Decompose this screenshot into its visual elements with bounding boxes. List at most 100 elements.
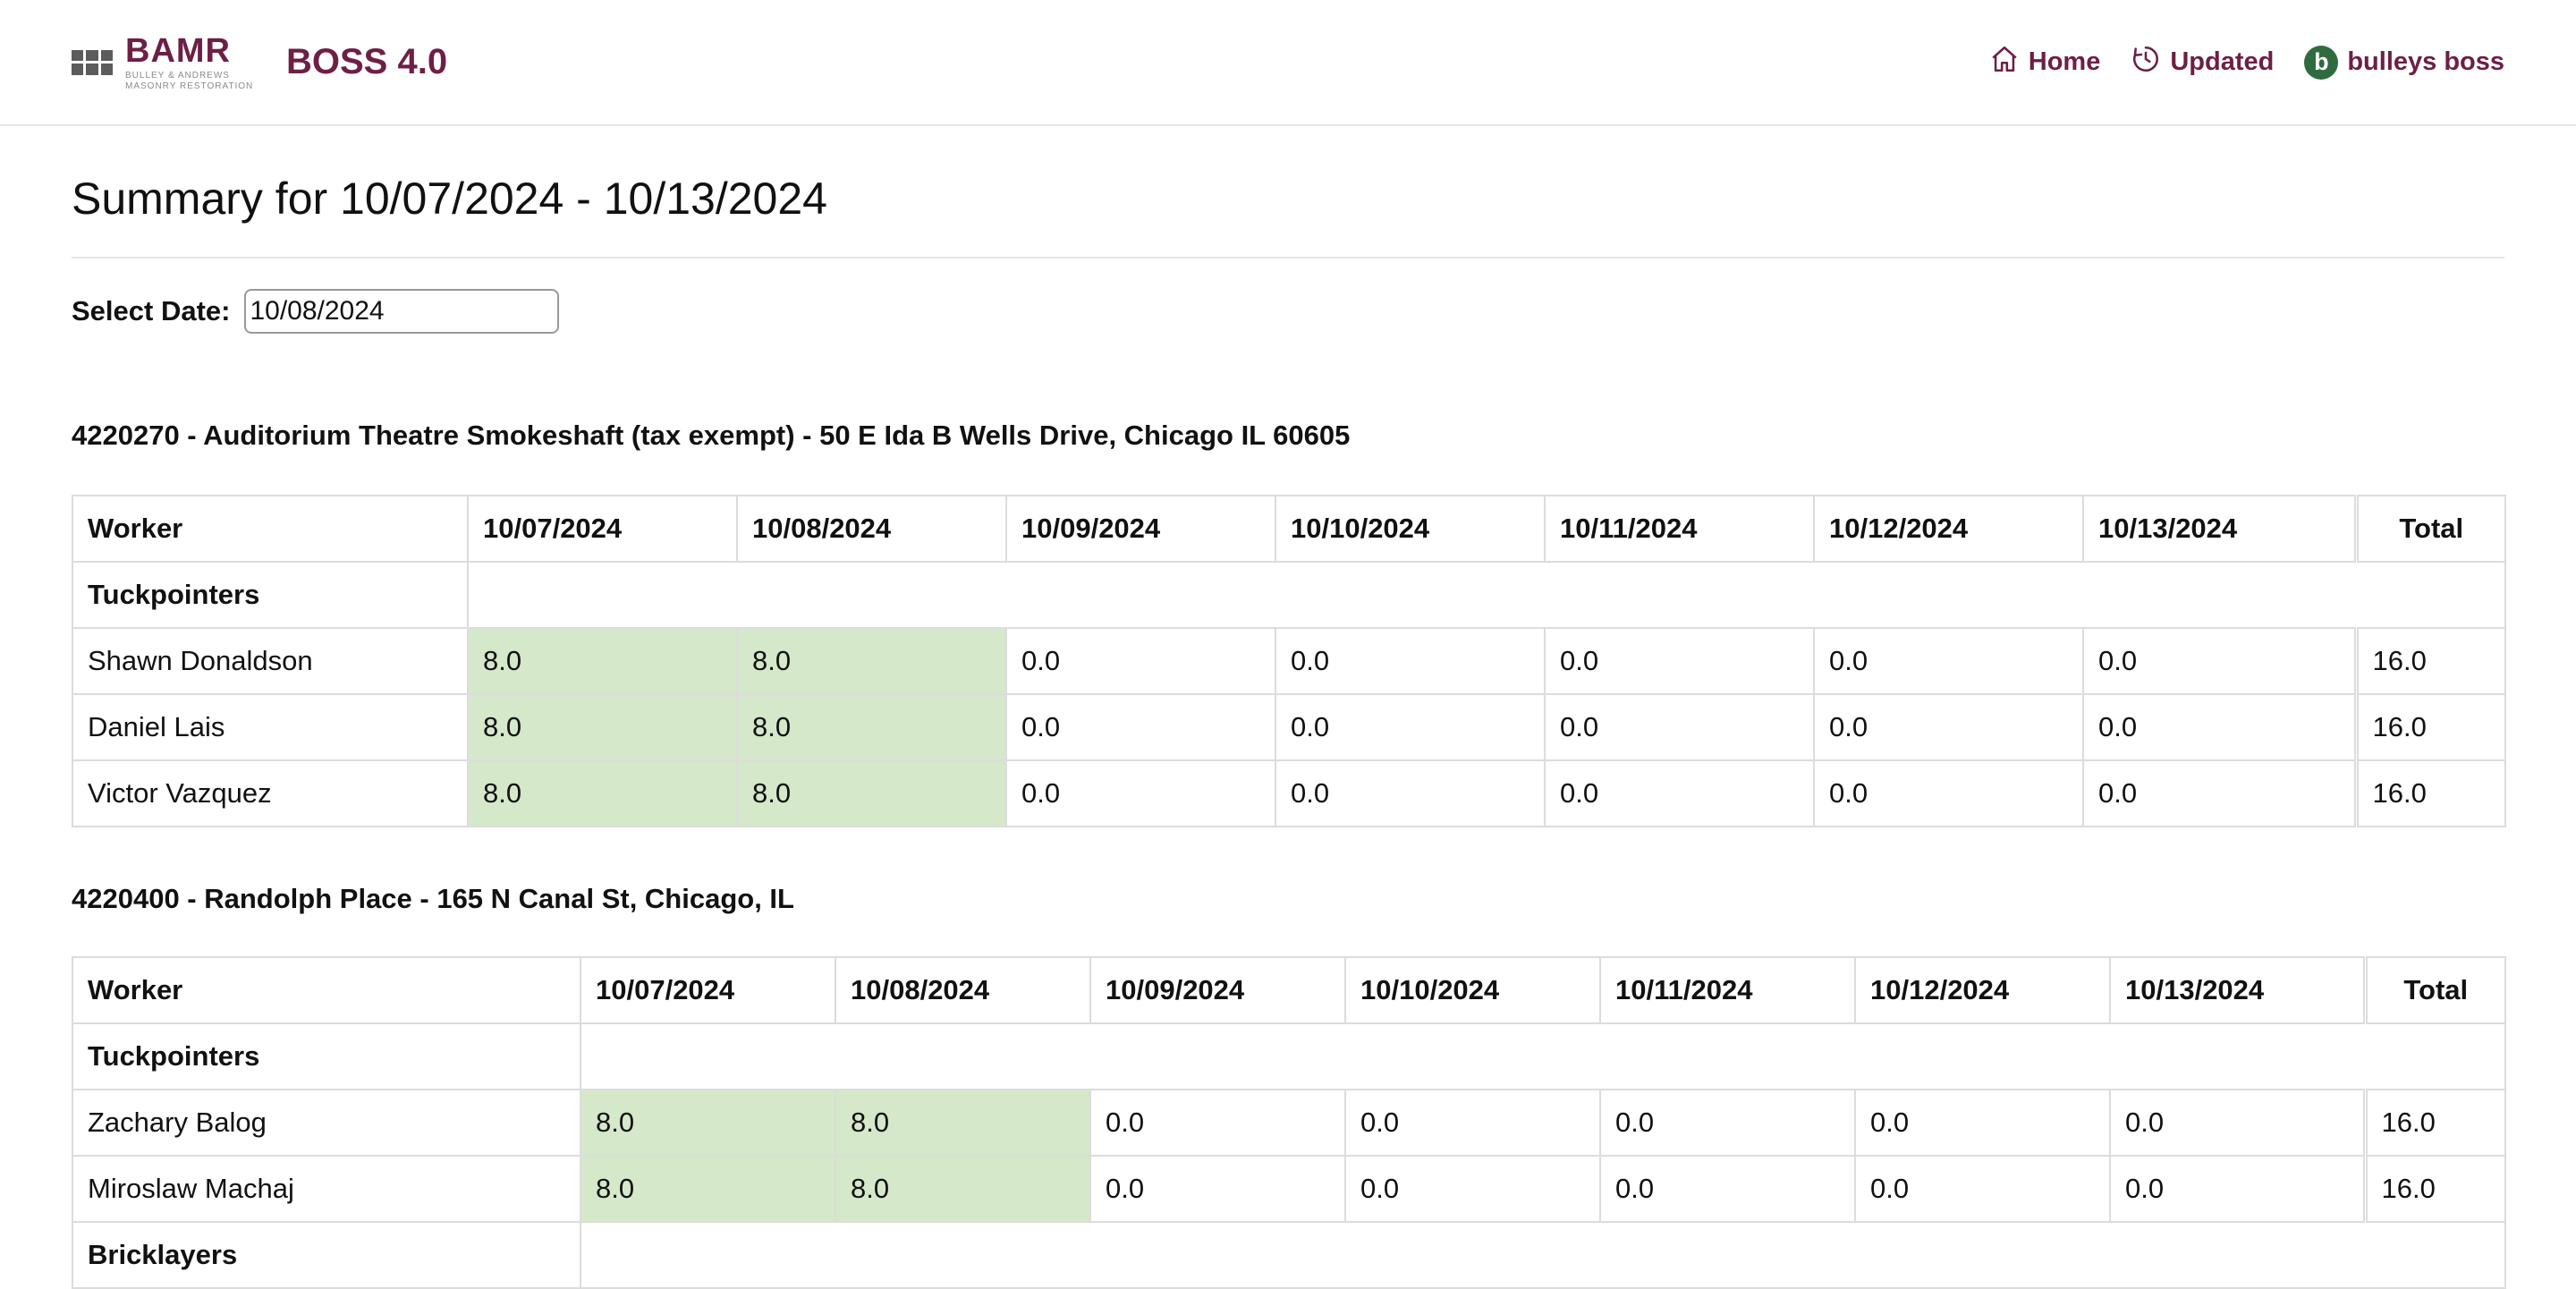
hours-cell: 0.0 <box>2082 759 2357 827</box>
hours-cell: 0.0 <box>1813 627 2084 695</box>
total-cell: 16.0 <box>2353 693 2506 761</box>
app-title[interactable]: BOSS 4.0 <box>286 42 447 82</box>
hours-cell: 8.0 <box>467 693 738 761</box>
hours-cell: 8.0 <box>835 1089 1091 1157</box>
job-title: 4220400 - Randolph Place - 165 N Canal S… <box>72 883 794 914</box>
hours-cell: 0.0 <box>1813 759 2084 827</box>
column-header-date: 10/13/2024 <box>2082 495 2357 563</box>
hours-cell: 0.0 <box>1813 693 2084 761</box>
column-header-date: 10/13/2024 <box>2109 956 2366 1024</box>
column-header-total: Total <box>2353 495 2506 563</box>
hours-cell: 0.0 <box>1005 627 1276 695</box>
avatar: b <box>2304 45 2339 80</box>
job-title: 4220270 - Auditorium Theatre Smokeshaft … <box>72 420 1351 451</box>
total-cell: 16.0 <box>2362 1155 2506 1223</box>
company-logo[interactable]: BAMR BULLEY & ANDREWS MASONRY RESTORATIO… <box>72 34 259 91</box>
column-header-date: 10/08/2024 <box>835 956 1091 1024</box>
worker-name: Shawn Donaldson <box>72 627 469 695</box>
worker-name: Victor Vazquez <box>72 759 469 827</box>
hours-cell: 0.0 <box>1854 1089 2111 1157</box>
hours-table: Worker 10/07/2024 10/08/2024 10/09/2024 … <box>72 956 2506 1289</box>
table-row: Victor Vazquez 8.0 8.0 0.0 0.0 0.0 0.0 0… <box>72 759 2506 827</box>
nav-updated-link[interactable]: Updated <box>2131 44 2274 81</box>
group-name: Bricklayers <box>72 1221 581 1289</box>
main-content: Summary for 10/07/2024 - 10/13/2024 Sele… <box>0 126 2576 1289</box>
hours-cell: 0.0 <box>1599 1155 1856 1223</box>
column-header-date: 10/12/2024 <box>1813 495 2084 563</box>
logo-subtitle-2: MASONRY RESTORATION <box>125 81 254 91</box>
hours-cell: 0.0 <box>1544 759 1815 827</box>
total-cell: 16.0 <box>2362 1089 2506 1157</box>
column-header-date: 10/09/2024 <box>1089 956 1346 1024</box>
hours-cell: 8.0 <box>736 627 1007 695</box>
home-icon <box>1989 44 2020 81</box>
hours-cell: 8.0 <box>467 759 738 827</box>
hours-cell: 8.0 <box>835 1155 1091 1223</box>
nav-updated-label: Updated <box>2170 47 2275 76</box>
column-header-total: Total <box>2362 956 2506 1024</box>
table-row: Daniel Lais 8.0 8.0 0.0 0.0 0.0 0.0 0.0 … <box>72 693 2506 761</box>
group-row: Tuckpointers <box>72 561 2506 629</box>
hours-cell: 0.0 <box>1854 1155 2111 1223</box>
user-menu[interactable]: b bulleys boss <box>2304 45 2504 80</box>
select-date-input[interactable] <box>244 289 560 334</box>
brick-logo-icon <box>72 49 113 75</box>
column-header-date: 10/10/2024 <box>1344 956 1601 1024</box>
hours-cell: 0.0 <box>2082 693 2357 761</box>
hours-cell: 0.0 <box>1599 1089 1856 1157</box>
hours-cell: 8.0 <box>736 693 1007 761</box>
nav-home-label: Home <box>2028 47 2101 76</box>
worker-name: Miroslaw Machaj <box>72 1155 581 1223</box>
brand: BAMR BULLEY & ANDREWS MASONRY RESTORATIO… <box>72 34 447 91</box>
hours-cell: 0.0 <box>1275 627 1546 695</box>
hours-cell: 0.0 <box>1005 693 1276 761</box>
app-header: BAMR BULLEY & ANDREWS MASONRY RESTORATIO… <box>0 0 2576 126</box>
worker-name: Zachary Balog <box>72 1089 581 1157</box>
column-header-date: 10/07/2024 <box>580 956 836 1024</box>
logo-subtitle-1: BULLEY & ANDREWS <box>125 70 230 81</box>
hours-cell: 0.0 <box>1544 693 1815 761</box>
nav-home-link[interactable]: Home <box>1989 44 2101 81</box>
table-row: Miroslaw Machaj 8.0 8.0 0.0 0.0 0.0 0.0 … <box>72 1155 2506 1223</box>
hours-cell: 8.0 <box>580 1089 836 1157</box>
column-header-date: 10/11/2024 <box>1599 956 1856 1024</box>
column-header-date: 10/12/2024 <box>1854 956 2111 1024</box>
page-title: Summary for 10/07/2024 - 10/13/2024 <box>72 126 2504 259</box>
hours-cell: 8.0 <box>580 1155 836 1223</box>
top-nav: Home Updated b bulleys boss <box>1989 44 2504 81</box>
group-row: Tuckpointers <box>72 1022 2506 1090</box>
table-header-row: Worker 10/07/2024 10/08/2024 10/09/2024 … <box>72 956 2506 1024</box>
history-clock-icon <box>2131 44 2161 81</box>
table-row: Zachary Balog 8.0 8.0 0.0 0.0 0.0 0.0 0.… <box>72 1089 2506 1157</box>
group-name: Tuckpointers <box>72 1022 581 1090</box>
select-date-label: Select Date: <box>72 295 231 326</box>
logo-text: BAMR <box>125 31 231 70</box>
date-selector: Select Date: <box>72 289 2504 334</box>
column-header-worker: Worker <box>72 956 581 1024</box>
total-cell: 16.0 <box>2353 759 2506 827</box>
hours-cell: 8.0 <box>467 627 738 695</box>
hours-cell: 0.0 <box>2082 627 2357 695</box>
hours-cell: 0.0 <box>1344 1155 1601 1223</box>
hours-cell: 0.0 <box>1344 1089 1601 1157</box>
table-header-row: Worker 10/07/2024 10/08/2024 10/09/2024 … <box>72 495 2506 563</box>
hours-cell: 0.0 <box>1275 759 1546 827</box>
hours-cell: 0.0 <box>1544 627 1815 695</box>
hours-cell: 0.0 <box>2109 1155 2366 1223</box>
hours-cell: 0.0 <box>1275 693 1546 761</box>
group-name: Tuckpointers <box>72 561 469 629</box>
column-header-date: 10/08/2024 <box>736 495 1007 563</box>
column-header-date: 10/11/2024 <box>1544 495 1815 563</box>
hours-cell: 0.0 <box>1005 759 1276 827</box>
hours-cell: 0.0 <box>2109 1089 2366 1157</box>
user-name: bulleys boss <box>2347 47 2504 76</box>
group-row: Bricklayers <box>72 1221 2506 1289</box>
hours-cell: 0.0 <box>1089 1089 1346 1157</box>
hours-cell: 0.0 <box>1089 1155 1346 1223</box>
column-header-date: 10/10/2024 <box>1275 495 1546 563</box>
column-header-date: 10/09/2024 <box>1005 495 1276 563</box>
worker-name: Daniel Lais <box>72 693 469 761</box>
column-header-worker: Worker <box>72 495 469 563</box>
column-header-date: 10/07/2024 <box>467 495 738 563</box>
hours-cell: 8.0 <box>736 759 1007 827</box>
